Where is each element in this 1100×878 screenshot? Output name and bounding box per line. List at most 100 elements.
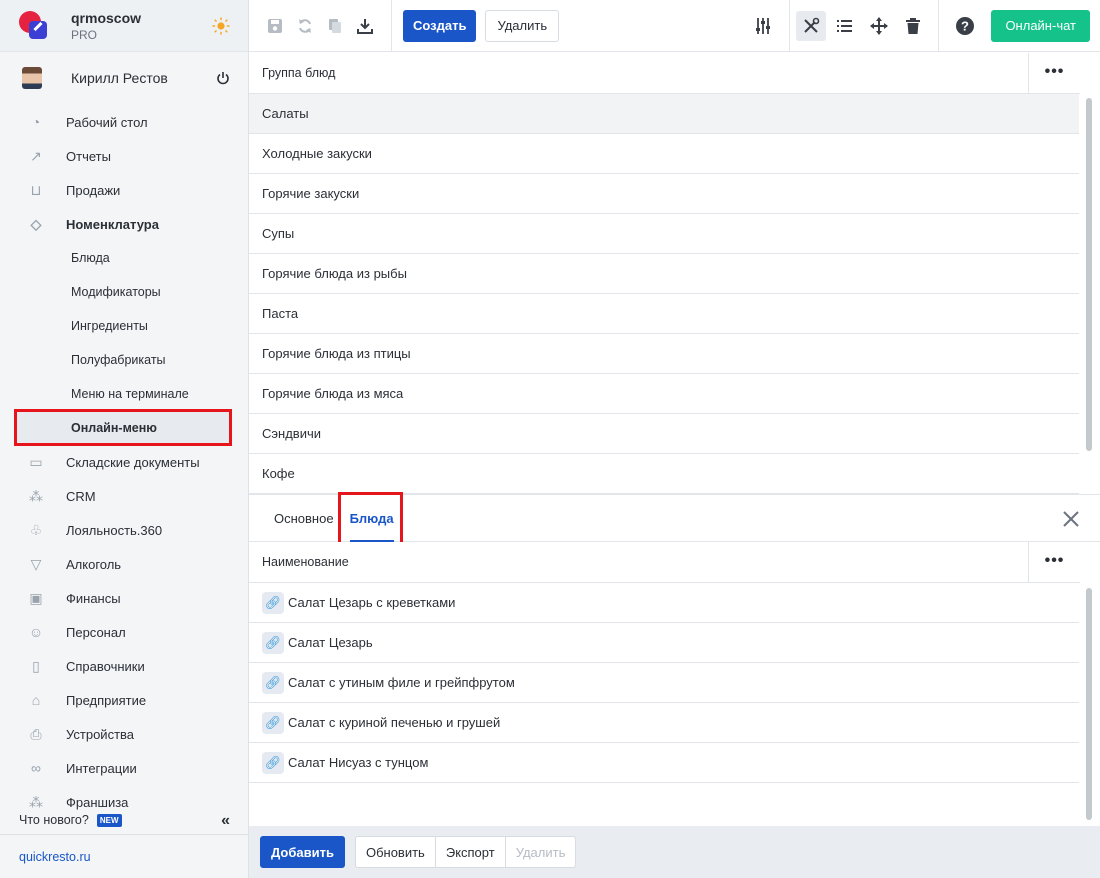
- refresh-button[interactable]: Обновить: [354, 836, 436, 868]
- filter-sliders-icon[interactable]: [748, 11, 778, 41]
- table-row[interactable]: Сэндвичи: [249, 414, 1079, 454]
- toolbar-divider: [789, 0, 791, 52]
- whats-new-label: Что нового?: [19, 813, 89, 827]
- svg-text:?: ?: [961, 18, 969, 33]
- site-link[interactable]: quickresto.ru: [0, 834, 249, 878]
- sidebar-item-nomenclature[interactable]: ◇ Номенклатура: [0, 207, 248, 241]
- table-row[interactable]: Горячие блюда из мяса: [249, 374, 1079, 414]
- sidebar-item-dashboard[interactable]: ◔ Рабочий стол: [0, 105, 248, 139]
- add-button[interactable]: Добавить: [260, 836, 345, 868]
- table-row[interactable]: Холодные закуски: [249, 134, 1079, 174]
- trash-icon[interactable]: [898, 11, 928, 41]
- scrollbar[interactable]: [1086, 588, 1092, 820]
- sidebar-subitem-dishes[interactable]: Блюда: [0, 241, 248, 275]
- dish-name: Салат с куриной печенью и грушей: [288, 715, 501, 730]
- basket-icon: ⊔: [30, 181, 42, 198]
- link-icon: 🔗︎: [262, 591, 284, 614]
- sidebar-item-warehouse[interactable]: ▭ Складские документы: [0, 445, 248, 479]
- loyalty-icon: ♧: [29, 521, 43, 538]
- sidebar-item-alcohol[interactable]: ▽ Алкоголь: [0, 547, 248, 581]
- delete-row-button[interactable]: Удалить: [505, 836, 577, 868]
- help-icon[interactable]: ?: [950, 11, 980, 41]
- sidebar-item-devices[interactable]: ⎙ Устройства: [0, 717, 248, 751]
- table-row[interactable]: 🔗︎ Салат Цезарь: [249, 623, 1079, 663]
- sidebar-subitem-online-menu[interactable]: Онлайн-меню: [16, 411, 232, 445]
- table-row[interactable]: 🔗︎ Салат Нисуаз с тунцом: [249, 743, 1079, 783]
- copy-icon[interactable]: [320, 11, 350, 41]
- hierarchy-icon: ⁂: [29, 487, 43, 504]
- whats-new-link[interactable]: Что нового? NEW «: [0, 806, 249, 834]
- printer-icon: ⎙: [30, 725, 42, 742]
- more-options-icon[interactable]: •••: [1028, 52, 1080, 94]
- table-row[interactable]: Паста: [249, 294, 1079, 334]
- brand-name: qrmoscow: [71, 9, 142, 26]
- link-icon: 🔗︎: [262, 631, 284, 654]
- sidebar-item-finance[interactable]: ▣ Финансы: [0, 581, 248, 615]
- dish-name: Салат с утиным филе и грейпфрутом: [288, 675, 515, 690]
- sidebar-item-loyalty[interactable]: ♧ Лояльность.360: [0, 513, 248, 547]
- scrollbar[interactable]: [1086, 98, 1092, 451]
- sidebar-item-crm[interactable]: ⁂ CRM: [0, 479, 248, 513]
- collapse-sidebar-icon[interactable]: «: [221, 812, 230, 830]
- column-header-group[interactable]: Группа блюд: [262, 66, 335, 80]
- sidebar-item-reports[interactable]: ↗ Отчеты: [0, 139, 248, 173]
- sidebar-subitem-ingredients[interactable]: Ингредиенты: [0, 309, 248, 343]
- store-icon: ⌂: [31, 692, 41, 708]
- delete-button[interactable]: Удалить: [485, 9, 560, 42]
- table-row[interactable]: 🔗︎ Салат Цезарь с креветками: [249, 583, 1079, 623]
- more-options-icon[interactable]: •••: [1028, 541, 1080, 583]
- sidebar-subitem-terminal-menu[interactable]: Меню на терминале: [0, 377, 248, 411]
- sidebar-item-label: Отчеты: [66, 148, 111, 164]
- sidebar-item-label: CRM: [66, 488, 96, 504]
- tab-main[interactable]: Основное: [274, 494, 334, 542]
- table-header: Наименование •••: [249, 541, 1080, 583]
- column-header-name[interactable]: Наименование: [262, 555, 349, 569]
- logo-icon: [19, 10, 49, 41]
- book-icon: ▯: [32, 657, 40, 674]
- sidebar-item-label: Финансы: [66, 590, 121, 606]
- sidebar-item-label: Предприятие: [66, 692, 147, 708]
- refresh-icon[interactable]: [290, 11, 320, 41]
- table-row[interactable]: Салаты: [249, 94, 1079, 134]
- tag-icon: ◇: [30, 215, 42, 232]
- people-icon: ☺: [28, 624, 44, 640]
- power-icon[interactable]: [216, 71, 230, 85]
- save-icon[interactable]: [260, 11, 290, 41]
- table-row[interactable]: Горячие блюда из рыбы: [249, 254, 1079, 294]
- detail-tabs: Основное Блюда: [249, 494, 1100, 542]
- move-icon[interactable]: [864, 11, 894, 41]
- table-row[interactable]: 🔗︎ Салат с утиным филе и грейпфрутом: [249, 663, 1079, 703]
- close-icon[interactable]: [1062, 510, 1080, 528]
- table-row[interactable]: Горячие закуски: [249, 174, 1079, 214]
- sidebar-item-integrations[interactable]: ∞ Интеграции: [0, 751, 248, 785]
- sun-icon[interactable]: [212, 17, 230, 35]
- list-icon[interactable]: [830, 11, 860, 41]
- create-button[interactable]: Создать: [403, 9, 477, 42]
- glass-icon: ▽: [30, 555, 42, 572]
- tools-icon[interactable]: [796, 10, 827, 41]
- sidebar-item-label: Персонал: [66, 624, 126, 640]
- sidebar-subitem-modifiers[interactable]: Модификаторы: [0, 275, 248, 309]
- download-icon[interactable]: [350, 11, 380, 41]
- export-button[interactable]: Экспорт: [435, 836, 506, 868]
- sidebar-item-staff[interactable]: ☺ Персонал: [0, 615, 248, 649]
- table-row[interactable]: Супы: [249, 214, 1079, 254]
- sidebar: qrmoscow PRO Кирилл Рестов ◔ Рабочий сто…: [0, 0, 249, 878]
- brand-header[interactable]: qrmoscow PRO: [0, 0, 248, 52]
- sidebar-item-sales[interactable]: ⊔ Продажи: [0, 173, 248, 207]
- table-row[interactable]: 🔗︎ Салат с куриной печенью и грушей: [249, 703, 1079, 743]
- table-row[interactable]: Кофе: [249, 454, 1079, 494]
- dishes-table: Наименование ••• 🔗︎ Салат Цезарь с креве…: [249, 541, 1100, 826]
- user-profile[interactable]: Кирилл Рестов: [0, 52, 248, 104]
- sidebar-item-label: Складские документы: [66, 454, 200, 470]
- tab-dishes[interactable]: Блюда: [349, 494, 394, 542]
- toolbar-divider: [938, 0, 940, 52]
- sidebar-subitem-semifinished[interactable]: Полуфабрикаты: [0, 343, 248, 377]
- sidebar-item-enterprise[interactable]: ⌂ Предприятие: [0, 683, 248, 717]
- sidebar-item-references[interactable]: ▯ Справочники: [0, 649, 248, 683]
- link-icon: 🔗︎: [262, 671, 284, 694]
- online-chat-button[interactable]: Онлайн-чат: [991, 9, 1090, 42]
- brand-plan: PRO: [71, 27, 98, 42]
- table-row[interactable]: Горячие блюда из птицы: [249, 334, 1079, 374]
- sidebar-item-label: Устройства: [66, 726, 135, 742]
